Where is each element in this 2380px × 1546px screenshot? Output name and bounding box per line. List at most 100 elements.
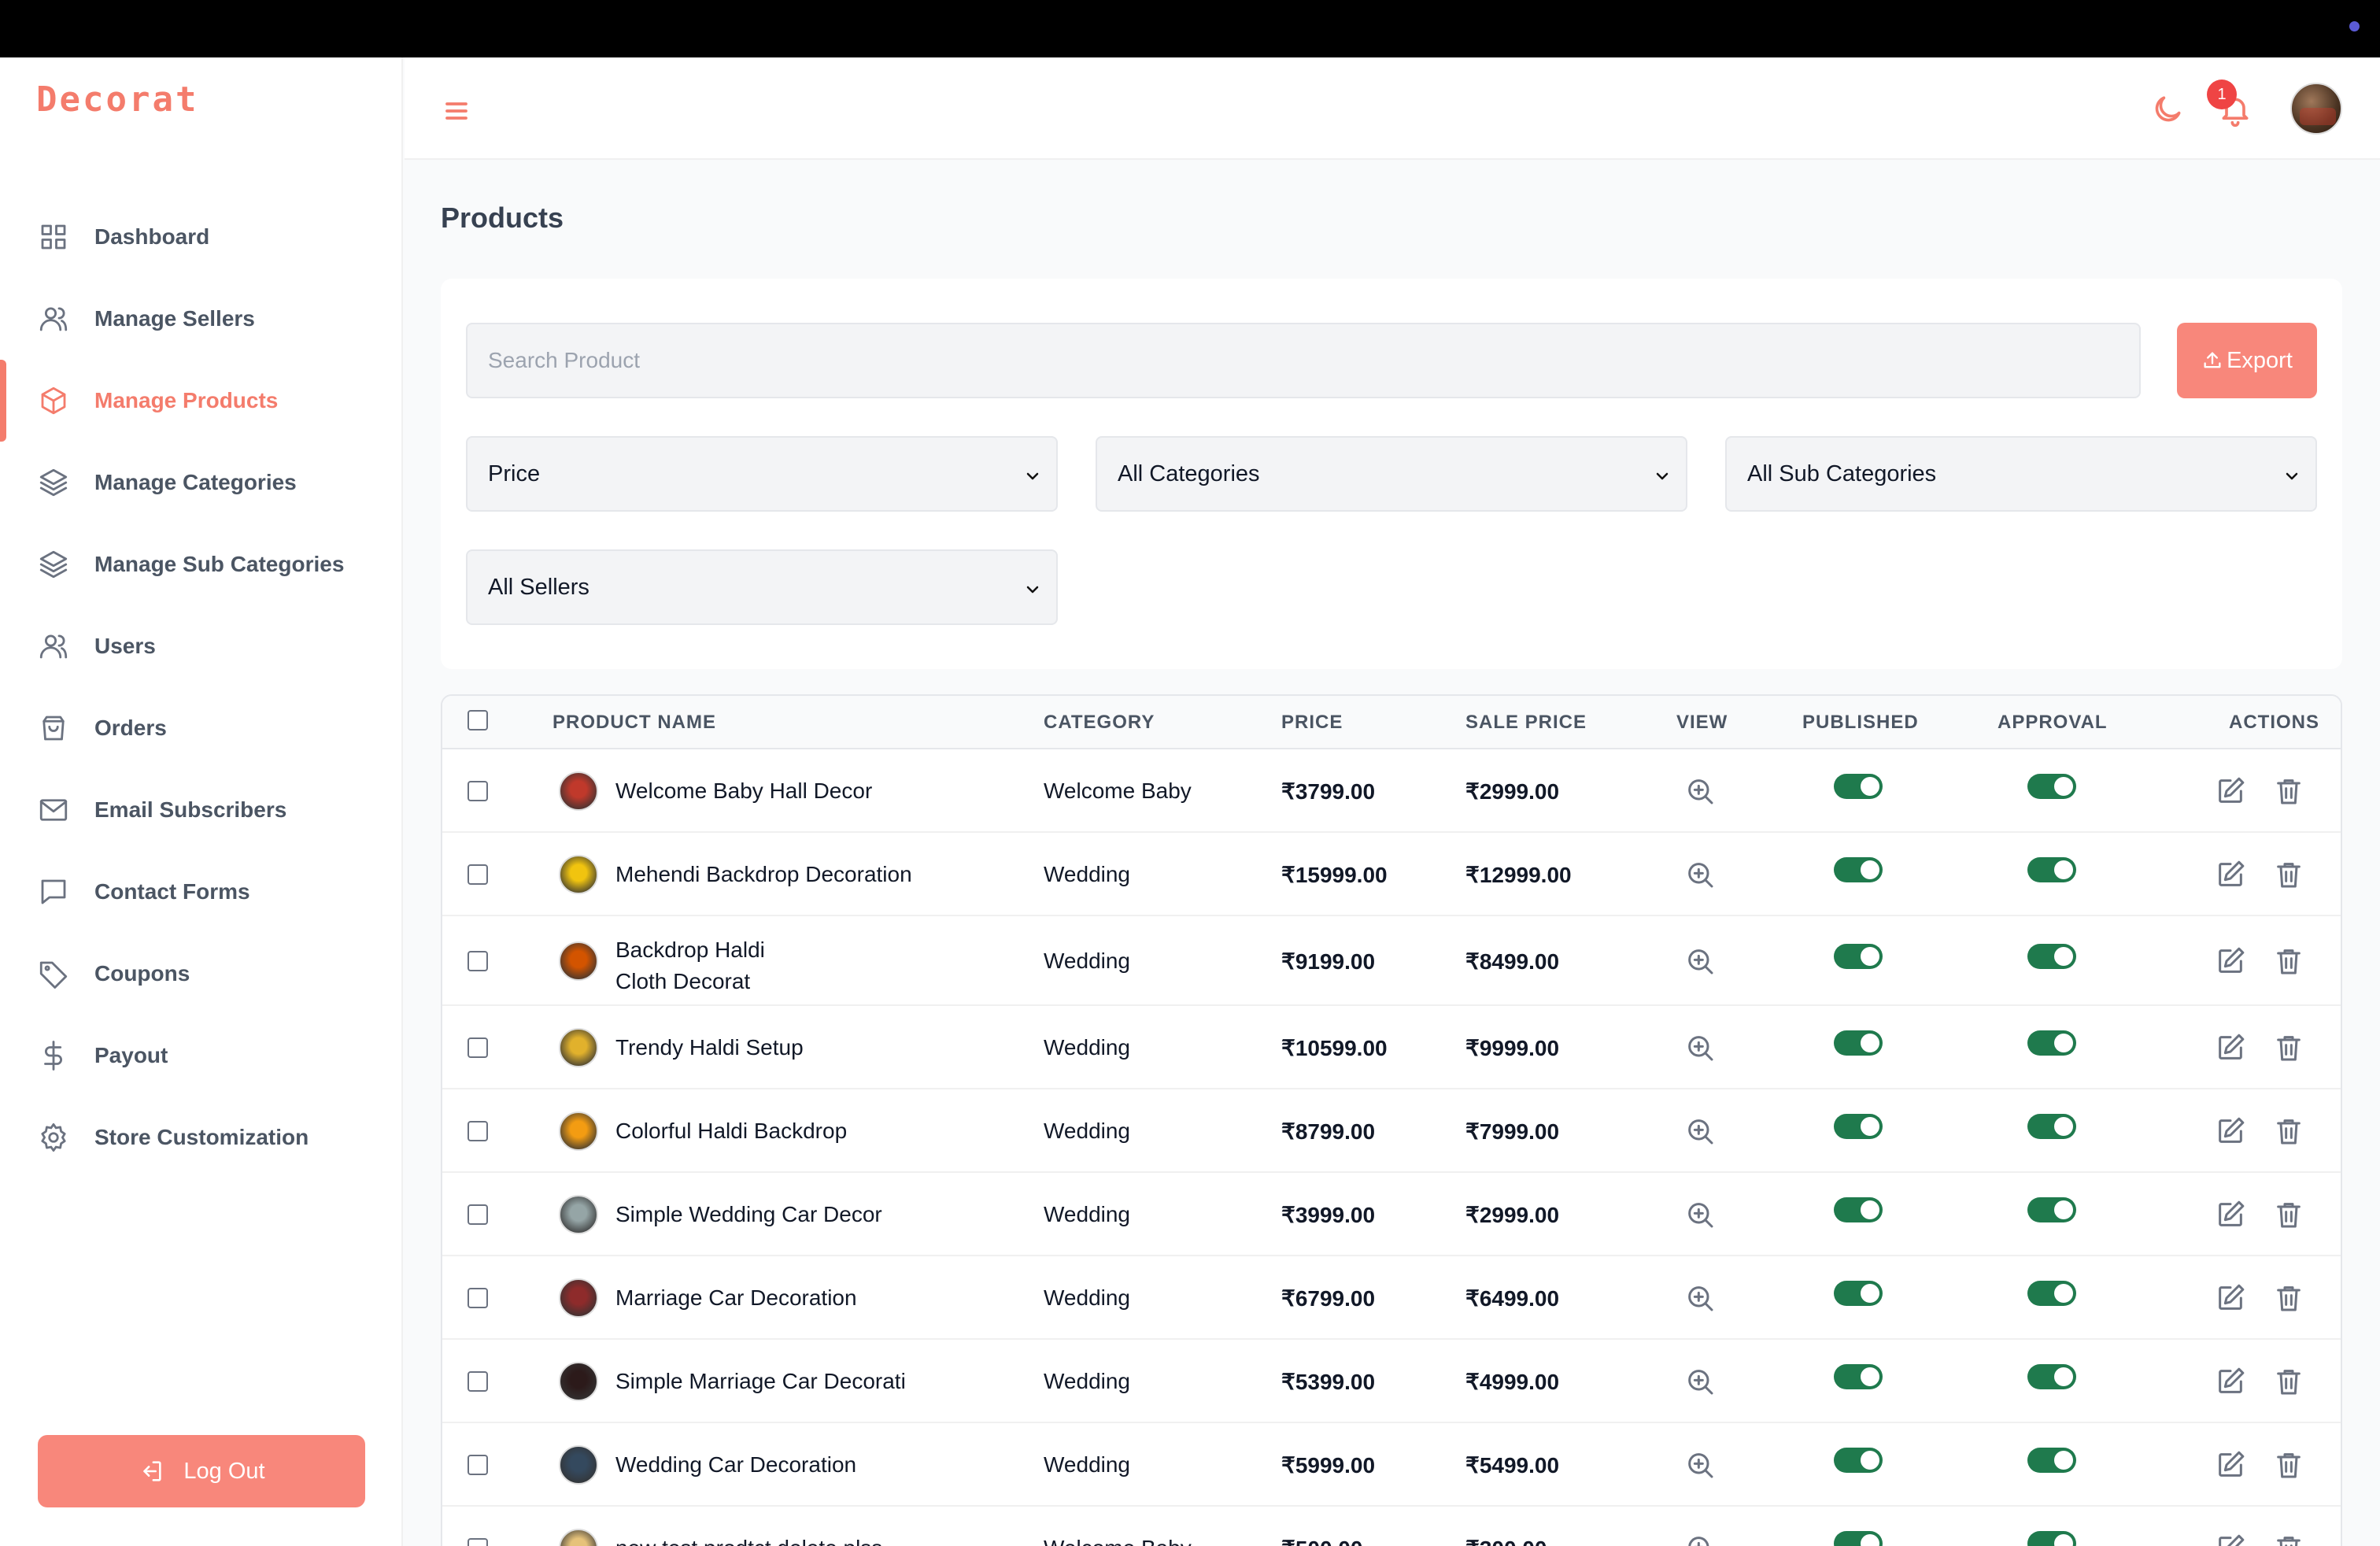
product-name[interactable]: Mehendi Backdrop Decoration <box>615 862 912 887</box>
search-input[interactable] <box>466 323 2141 398</box>
approval-toggle[interactable] <box>2027 1114 2076 1139</box>
product-name[interactable]: Simple Wedding Car Decor <box>615 1202 882 1227</box>
published-toggle[interactable] <box>1834 1531 1883 1546</box>
sidebar-item-manage-products[interactable]: Manage Products <box>0 360 401 442</box>
approval-toggle[interactable] <box>2027 1030 2076 1056</box>
zoom-in-icon[interactable] <box>1684 1115 1716 1147</box>
zoom-in-icon[interactable] <box>1684 1449 1716 1481</box>
price-select[interactable]: Price <box>466 436 1058 512</box>
sidebar-item-payout[interactable]: Payout <box>0 1015 401 1097</box>
sidebar-item-orders[interactable]: Orders <box>0 687 401 769</box>
approval-toggle[interactable] <box>2027 774 2076 799</box>
seller-select[interactable]: All Sellers <box>466 549 1058 625</box>
export-button[interactable]: Export <box>2177 323 2317 398</box>
edit-icon[interactable] <box>2215 859 2246 890</box>
edit-icon[interactable] <box>2215 1366 2246 1397</box>
product-name[interactable]: Trendy Haldi Setup <box>615 1035 804 1060</box>
approval-toggle[interactable] <box>2027 1531 2076 1546</box>
app-logo[interactable]: Decorat <box>36 80 198 120</box>
published-toggle[interactable] <box>1834 1364 1883 1389</box>
zoom-in-icon[interactable] <box>1684 775 1716 807</box>
row-checkbox[interactable] <box>468 1538 488 1546</box>
sidebar-item-store-customization[interactable]: Store Customization <box>0 1097 401 1178</box>
logout-button[interactable]: Log Out <box>38 1435 365 1507</box>
published-toggle[interactable] <box>1834 1281 1883 1306</box>
row-checkbox[interactable] <box>468 781 488 801</box>
column-header-price: PRICE <box>1281 712 1343 733</box>
trash-icon[interactable] <box>2273 1032 2304 1063</box>
published-toggle[interactable] <box>1834 857 1883 882</box>
sidebar-item-manage-categories[interactable]: Manage Categories <box>0 442 401 523</box>
row-checkbox[interactable] <box>468 1455 488 1475</box>
row-checkbox[interactable] <box>468 1204 488 1225</box>
trash-icon[interactable] <box>2273 1282 2304 1314</box>
edit-icon[interactable] <box>2215 1282 2246 1314</box>
product-thumbnail <box>559 941 598 981</box>
sidebar-item-email-subscribers[interactable]: Email Subscribers <box>0 769 401 851</box>
approval-toggle[interactable] <box>2027 1448 2076 1473</box>
user-avatar[interactable] <box>2290 83 2342 135</box>
approval-toggle[interactable] <box>2027 1197 2076 1222</box>
published-toggle[interactable] <box>1834 1197 1883 1222</box>
layers-icon <box>36 465 71 500</box>
edit-icon[interactable] <box>2215 1115 2246 1147</box>
zoom-in-icon[interactable] <box>1684 1032 1716 1063</box>
trash-icon[interactable] <box>2273 1199 2304 1230</box>
trash-icon[interactable] <box>2273 1449 2304 1481</box>
product-name[interactable]: new test prodtct delete plss <box>615 1536 882 1546</box>
edit-icon[interactable] <box>2215 1533 2246 1546</box>
row-checkbox[interactable] <box>468 1371 488 1392</box>
sidebar-item-manage-sub-categories[interactable]: Manage Sub Categories <box>0 523 401 605</box>
row-checkbox[interactable] <box>468 864 488 885</box>
product-category: Wedding <box>1044 1452 1131 1477</box>
dark-mode-toggle[interactable] <box>2150 92 2185 127</box>
approval-toggle[interactable] <box>2027 1281 2076 1306</box>
sidebar-item-manage-sellers[interactable]: Manage Sellers <box>0 278 401 360</box>
product-name[interactable]: Wedding Car Decoration <box>615 1452 856 1478</box>
trash-icon[interactable] <box>2273 945 2304 977</box>
sidebar-item-contact-forms[interactable]: Contact Forms <box>0 851 401 933</box>
approval-toggle[interactable] <box>2027 944 2076 969</box>
published-toggle[interactable] <box>1834 1114 1883 1139</box>
product-name[interactable]: Colorful Haldi Backdrop <box>615 1119 847 1144</box>
zoom-in-icon[interactable] <box>1684 1282 1716 1314</box>
approval-toggle[interactable] <box>2027 857 2076 882</box>
row-checkbox[interactable] <box>468 1037 488 1058</box>
zoom-in-icon[interactable] <box>1684 1366 1716 1397</box>
published-toggle[interactable] <box>1834 1030 1883 1056</box>
row-checkbox[interactable] <box>468 951 488 971</box>
sub-category-select[interactable]: All Sub Categories <box>1725 436 2317 512</box>
product-name[interactable]: Welcome Baby Hall Decor <box>615 779 872 804</box>
sidebar-item-coupons[interactable]: Coupons <box>0 933 401 1015</box>
edit-icon[interactable] <box>2215 1199 2246 1230</box>
trash-icon[interactable] <box>2273 775 2304 807</box>
select-all-checkbox[interactable] <box>468 710 488 730</box>
edit-icon[interactable] <box>2215 945 2246 977</box>
zoom-in-icon[interactable] <box>1684 1199 1716 1230</box>
zoom-in-icon[interactable] <box>1684 859 1716 890</box>
edit-icon[interactable] <box>2215 1449 2246 1481</box>
category-select[interactable]: All Categories <box>1096 436 1687 512</box>
trash-icon[interactable] <box>2273 1533 2304 1546</box>
published-toggle[interactable] <box>1834 1448 1883 1473</box>
approval-toggle[interactable] <box>2027 1364 2076 1389</box>
published-toggle[interactable] <box>1834 774 1883 799</box>
published-toggle[interactable] <box>1834 944 1883 969</box>
edit-icon[interactable] <box>2215 775 2246 807</box>
product-name[interactable]: Marriage Car Decoration <box>615 1285 857 1311</box>
product-category: Wedding <box>1044 1119 1131 1143</box>
row-checkbox[interactable] <box>468 1121 488 1141</box>
product-name[interactable]: Backdrop Haldi Cloth Decorat <box>615 934 765 997</box>
sidebar-item-users[interactable]: Users <box>0 605 401 687</box>
product-name[interactable]: Simple Marriage Car Decorati <box>615 1369 906 1394</box>
zoom-in-icon[interactable] <box>1684 945 1716 977</box>
row-checkbox[interactable] <box>468 1288 488 1308</box>
trash-icon[interactable] <box>2273 1366 2304 1397</box>
zoom-in-icon[interactable] <box>1684 1533 1716 1546</box>
sidebar-item-dashboard[interactable]: Dashboard <box>0 196 401 278</box>
trash-icon[interactable] <box>2273 1115 2304 1147</box>
menu-toggle-button[interactable] <box>442 97 471 125</box>
sidebar-item-label: Coupons <box>94 961 190 986</box>
trash-icon[interactable] <box>2273 859 2304 890</box>
edit-icon[interactable] <box>2215 1032 2246 1063</box>
